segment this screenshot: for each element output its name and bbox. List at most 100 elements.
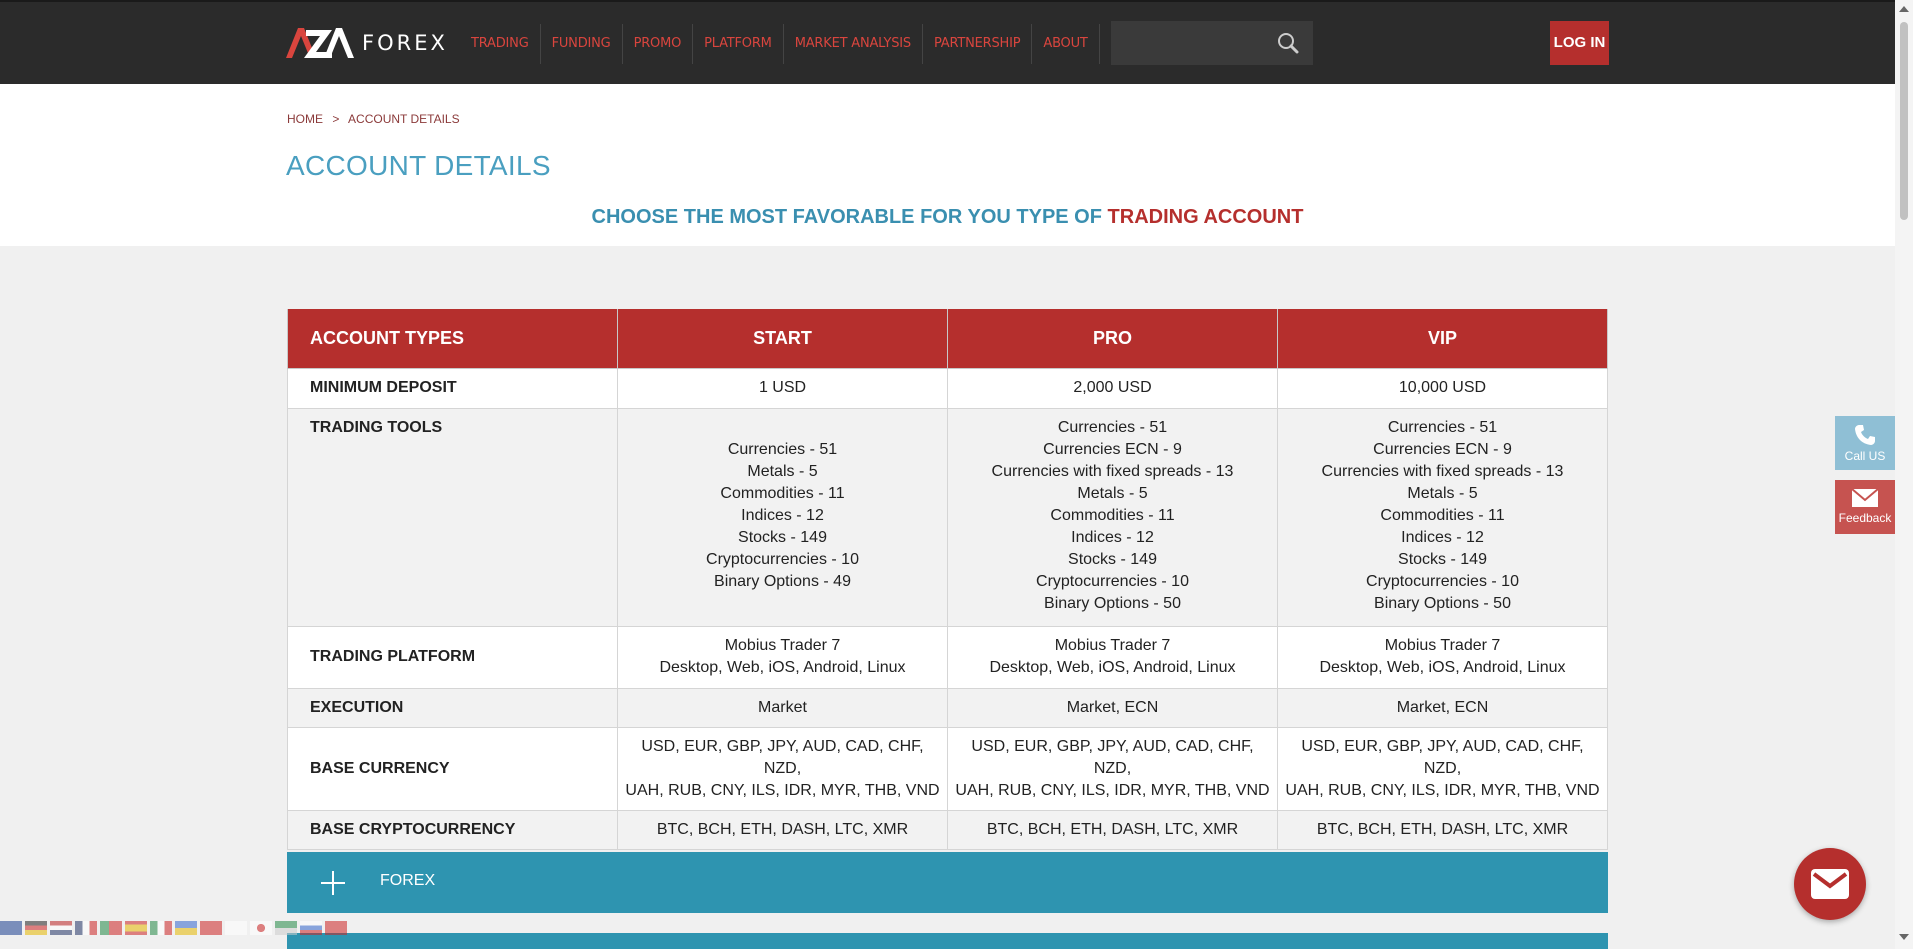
tool-line: Commodities - 11 — [1380, 506, 1505, 524]
logo-text: FOREX — [362, 31, 448, 55]
cell-vip: BTC, BCH, ETH, DASH, LTC, XMR — [1277, 809, 1608, 850]
search-icon[interactable] — [1277, 32, 1299, 54]
currency-line: USD, EUR, GBP, JPY, AUD, CAD, CHF, NZD, — [971, 737, 1254, 777]
cell-vip: 10,000 USD — [1277, 367, 1608, 409]
flag-fr-icon[interactable] — [75, 921, 97, 935]
accordion-next[interactable] — [287, 933, 1608, 949]
row-label: TRADING TOOLS — [287, 407, 618, 627]
tool-line: Currencies with fixed spreads - 13 — [1321, 462, 1564, 480]
account-types-table: ACCOUNT TYPES START PRO VIP MINIMUM DEPO… — [287, 309, 1608, 850]
search-input[interactable] — [1111, 21, 1271, 65]
flag-ua-icon[interactable] — [175, 921, 197, 935]
search-box — [1111, 21, 1313, 65]
platform-devices: Desktop, Web, iOS, Android, Linux — [1319, 659, 1566, 676]
tool-line: Stocks - 149 — [1398, 550, 1487, 568]
nav-promo[interactable]: PROMO — [623, 24, 694, 64]
flag-cn-icon[interactable] — [200, 921, 222, 935]
tool-line: Binary Options - 50 — [1044, 594, 1181, 612]
accordion-forex[interactable]: FOREX — [287, 852, 1608, 913]
row-execution: EXECUTION Market Market, ECN Market, ECN — [287, 687, 1608, 728]
row-minimum-deposit: MINIMUM DEPOSIT 1 USD 2,000 USD 10,000 U… — [287, 367, 1608, 409]
platform-devices: Desktop, Web, iOS, Android, Linux — [659, 659, 906, 676]
cell-start: Currencies - 51 Metals - 5 Commodities -… — [617, 407, 948, 627]
nav-platform[interactable]: PLATFORM — [693, 24, 784, 64]
site-header: FOREX TRADING FUNDING PROMO PLATFORM MAR… — [0, 0, 1895, 84]
plus-icon — [321, 871, 345, 895]
flag-tr-icon[interactable] — [325, 921, 347, 935]
currency-line: UAH, RUB, CNY, ILS, IDR, MYR, THB, VND — [625, 781, 940, 799]
nav-funding[interactable]: FUNDING — [541, 24, 623, 64]
scroll-down-icon[interactable] — [1899, 934, 1909, 940]
platform-name: Mobius Trader 7 — [724, 637, 841, 654]
header-account-types: ACCOUNT TYPES — [287, 309, 618, 369]
mail-icon — [1811, 869, 1849, 899]
cell-pro: BTC, BCH, ETH, DASH, LTC, XMR — [947, 809, 1278, 850]
envelope-icon — [1851, 488, 1879, 507]
nav-partnership[interactable]: PARTNERSHIP — [923, 24, 1033, 64]
tool-line: Binary Options - 49 — [714, 572, 851, 590]
tool-line: Currencies - 51 — [727, 440, 838, 458]
subtitle-main: CHOOSE THE MOST FAVORABLE FOR YOU TYPE O… — [591, 206, 1102, 228]
tool-line: Cryptocurrencies - 10 — [1036, 572, 1189, 590]
flag-ru-icon[interactable] — [300, 921, 322, 935]
flag-de-icon[interactable] — [25, 921, 47, 935]
flag-jp-icon[interactable] — [250, 921, 272, 935]
tool-line: Stocks - 149 — [1068, 550, 1157, 568]
tool-line: Cryptocurrencies - 10 — [1366, 572, 1519, 590]
cell-pro: Mobius Trader 7 Desktop, Web, iOS, Andro… — [947, 625, 1278, 689]
tool-line: Metals - 5 — [1407, 484, 1478, 502]
mail-chat-button[interactable] — [1794, 848, 1866, 920]
subtitle-accent: TRADING ACCOUNT — [1107, 206, 1304, 228]
nav-about[interactable]: ABOUT — [1032, 24, 1100, 64]
flag-id-icon[interactable] — [275, 921, 297, 935]
tool-line: Currencies ECN - 9 — [1373, 440, 1512, 458]
cell-start: 1 USD — [617, 367, 948, 409]
nav-market-analysis[interactable]: MARKET ANALYSIS — [784, 24, 923, 64]
breadcrumb-current: ACCOUNT DETAILS — [348, 112, 460, 126]
nav-trading[interactable]: TRADING — [460, 24, 541, 64]
cell-pro: USD, EUR, GBP, JPY, AUD, CAD, CHF, NZD, … — [947, 726, 1278, 811]
logo[interactable]: FOREX — [286, 26, 448, 60]
currency-line: USD, EUR, GBP, JPY, AUD, CAD, CHF, NZD, — [1301, 737, 1584, 777]
currency-line: UAH, RUB, CNY, ILS, IDR, MYR, THB, VND — [1285, 781, 1600, 799]
row-label: TRADING PLATFORM — [287, 625, 618, 689]
header-start: START — [617, 309, 948, 369]
flag-en-icon[interactable] — [0, 921, 22, 935]
flag-kr-icon[interactable] — [225, 921, 247, 935]
language-flags — [0, 921, 350, 935]
cell-pro: 2,000 USD — [947, 367, 1278, 409]
header-pro: PRO — [947, 309, 1278, 369]
call-us-label: Call US — [1844, 449, 1886, 463]
tool-line: Indices - 12 — [1071, 528, 1154, 546]
flag-nl-icon[interactable] — [50, 921, 72, 935]
cell-start: Mobius Trader 7 Desktop, Web, iOS, Andro… — [617, 625, 948, 689]
cell-start: Market — [617, 687, 948, 728]
flag-es-icon[interactable] — [125, 921, 147, 935]
tool-line: Stocks - 149 — [738, 528, 827, 546]
tool-line: Currencies with fixed spreads - 13 — [991, 462, 1234, 480]
cell-vip: Mobius Trader 7 Desktop, Web, iOS, Andro… — [1277, 625, 1608, 689]
scrollbar[interactable] — [1895, 0, 1913, 949]
tool-line: Cryptocurrencies - 10 — [706, 550, 859, 568]
accordion-label: FOREX — [380, 872, 436, 889]
page-title: ACCOUNT DETAILS — [286, 150, 551, 181]
flag-pt-icon[interactable] — [100, 921, 122, 935]
main-nav: TRADING FUNDING PROMO PLATFORM MARKET AN… — [460, 24, 1100, 64]
tool-line: Currencies - 51 — [1387, 418, 1498, 436]
feedback-label: Feedback — [1838, 511, 1892, 525]
feedback-button[interactable]: Feedback — [1835, 480, 1895, 534]
tool-line: Metals - 5 — [1077, 484, 1148, 502]
section-subtitle: CHOOSE THE MOST FAVORABLE FOR YOU TYPE O… — [0, 206, 1895, 229]
currency-line: UAH, RUB, CNY, ILS, IDR, MYR, THB, VND — [955, 781, 1270, 799]
call-us-button[interactable]: Call US — [1835, 416, 1895, 470]
logo-mark-icon — [286, 28, 354, 58]
login-button[interactable]: LOG IN — [1550, 21, 1609, 65]
tool-line: Indices - 12 — [1401, 528, 1484, 546]
cell-pro: Currencies - 51 Currencies ECN - 9 Curre… — [947, 407, 1278, 627]
flag-it-icon[interactable] — [150, 921, 172, 935]
scroll-up-icon[interactable] — [1899, 6, 1909, 12]
scroll-thumb[interactable] — [1900, 22, 1908, 220]
tool-line: Currencies ECN - 9 — [1043, 440, 1182, 458]
breadcrumb-home[interactable]: HOME — [287, 112, 323, 126]
cell-vip: Market, ECN — [1277, 687, 1608, 728]
